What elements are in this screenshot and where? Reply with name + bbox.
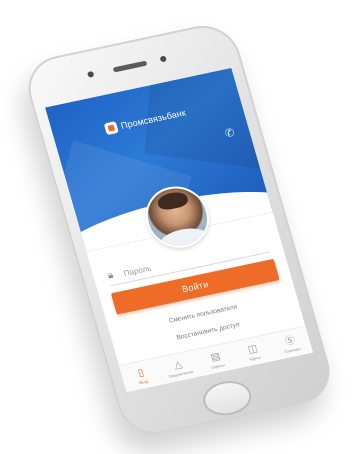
bell-icon: △	[172, 358, 184, 371]
bottom-tab-bar: ▯ Вход △ Уведомления ▤ Офисы ◫ Курсы Ⓢ П…	[118, 325, 313, 393]
avatar-hair	[155, 189, 190, 212]
tab-label: Уведомления	[167, 368, 194, 379]
tab-label: Курсы	[248, 354, 262, 362]
home-button[interactable]	[199, 376, 256, 420]
camera-icon	[86, 70, 95, 78]
app-screen: Промсвязьбанк ✆ 🔒︎ Войти Сменить пользов…	[45, 67, 313, 393]
coin-icon: Ⓢ	[283, 334, 297, 348]
phone-device: Промсвязьбанк ✆ 🔒︎ Войти Сменить пользов…	[20, 19, 338, 441]
app-promo-scene: Промсвязьбанк ✆ 🔒︎ Войти Сменить пользов…	[0, 0, 355, 454]
tab-label: Вход	[138, 378, 149, 385]
phone-login-icon: ▯	[136, 366, 146, 379]
speaker-grille	[112, 60, 148, 73]
sensor-icon	[159, 55, 168, 63]
lock-icon: 🔒︎	[106, 269, 115, 282]
tab-payments[interactable]: Ⓢ Платежи	[268, 327, 313, 362]
chart-icon: ◫	[246, 342, 259, 356]
bank-icon: ▤	[209, 350, 222, 364]
logo-mark-icon	[103, 121, 119, 136]
